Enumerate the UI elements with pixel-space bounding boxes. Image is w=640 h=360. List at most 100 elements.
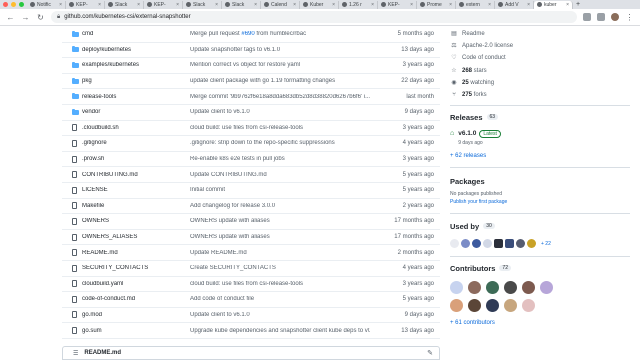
commit-message-text[interactable]: Update client to v6.1.0 bbox=[190, 109, 250, 115]
commit-message-text[interactable]: Create SECURITY_CONTACTS bbox=[190, 265, 276, 271]
file-name-link[interactable]: OWNERS_ALIASES bbox=[82, 234, 190, 240]
commit-message-text[interactable]: Update snapshotter tags to v6.1.0 bbox=[190, 47, 280, 53]
commit-message-text[interactable]: update client package with go 1.19 forma… bbox=[190, 78, 335, 84]
more-releases-link[interactable]: + 62 releases bbox=[450, 153, 640, 159]
commit-message-text[interactable]: Add code of conduct file bbox=[190, 296, 254, 302]
browser-tab[interactable]: Prome × bbox=[417, 0, 456, 9]
commit-message-text[interactable]: cloud build: use files from csi-release-… bbox=[190, 281, 303, 287]
file-name-link[interactable]: vendor bbox=[82, 109, 190, 115]
commit-message-text[interactable]: Update client to v6.1.0 bbox=[190, 312, 250, 318]
file-name-link[interactable]: code-of-conduct.md bbox=[82, 296, 190, 302]
browser-tab[interactable]: 1.26 r × bbox=[339, 0, 378, 9]
list-icon[interactable]: ☰ bbox=[73, 350, 78, 357]
file-name-link[interactable]: pkg bbox=[82, 78, 190, 84]
avatar[interactable] bbox=[522, 281, 535, 295]
commit-message-text[interactable]: Upgrade kube dependencies and snapshotte… bbox=[190, 328, 370, 334]
browser-tab[interactable]: kuber × bbox=[534, 0, 573, 9]
avatar[interactable] bbox=[468, 299, 481, 313]
tab-close-icon[interactable]: × bbox=[371, 2, 374, 8]
file-name-link[interactable]: cmd bbox=[82, 31, 190, 37]
releases-heading[interactable]: Releases 63 bbox=[450, 110, 640, 124]
commit-message-text[interactable]: OWNERS update with aliases bbox=[190, 218, 270, 224]
tab-close-icon[interactable]: × bbox=[215, 2, 218, 8]
commit-message-text[interactable]: Re-enable k8s e2e tests in pull jobs bbox=[190, 156, 285, 162]
avatar[interactable] bbox=[486, 299, 499, 313]
file-name-link[interactable]: .gitignore bbox=[82, 140, 190, 146]
forward-icon[interactable]: → bbox=[21, 13, 30, 22]
file-name-link[interactable]: README.md bbox=[82, 250, 190, 256]
avatar[interactable] bbox=[450, 281, 463, 295]
file-name-link[interactable]: CONTRIBUTING.md bbox=[82, 172, 190, 178]
file-name-link[interactable]: LICENSE bbox=[82, 187, 190, 193]
packages-heading[interactable]: Packages bbox=[450, 174, 640, 188]
file-name-link[interactable]: examples/kubernetes bbox=[82, 62, 190, 68]
browser-tab[interactable]: KEP- × bbox=[144, 0, 183, 9]
browser-tab[interactable]: Slack × bbox=[222, 0, 261, 9]
commit-message-text[interactable]: Add changelog for release 3.0.0 bbox=[190, 203, 275, 209]
tab-close-icon[interactable]: × bbox=[137, 2, 140, 8]
file-name-link[interactable]: OWNERS bbox=[82, 218, 190, 224]
tab-close-icon[interactable]: × bbox=[527, 2, 530, 8]
about-item[interactable]: ◉ 25 watching bbox=[450, 77, 640, 89]
close-window-button[interactable] bbox=[3, 2, 8, 7]
about-item[interactable]: ☆ 268 stars bbox=[450, 65, 640, 77]
avatar[interactable] bbox=[504, 281, 517, 295]
avatar[interactable] bbox=[540, 281, 553, 295]
browser-tab[interactable]: Notific × bbox=[27, 0, 66, 9]
tab-close-icon[interactable]: × bbox=[59, 2, 62, 8]
extension-icon[interactable] bbox=[583, 13, 591, 21]
browser-tab[interactable]: Calend × bbox=[261, 0, 300, 9]
used-by-more[interactable]: + 22 bbox=[541, 241, 551, 247]
about-item[interactable]: ▤ Readme bbox=[450, 28, 640, 40]
commit-message-text[interactable]: Initial commit bbox=[190, 187, 225, 193]
commit-message-text[interactable]: cloud build: use files from csi-release-… bbox=[190, 125, 303, 131]
profile-avatar[interactable] bbox=[611, 13, 619, 21]
file-name-link[interactable]: deploy/kubernetes bbox=[82, 47, 190, 53]
reload-icon[interactable]: ↻ bbox=[36, 13, 45, 22]
browser-tab[interactable]: Slack × bbox=[105, 0, 144, 9]
commit-message-text[interactable]: OWNERS update with aliases bbox=[190, 234, 270, 240]
tab-close-icon[interactable]: × bbox=[293, 2, 296, 8]
file-name-link[interactable]: go.mod bbox=[82, 312, 190, 318]
tab-close-icon[interactable]: × bbox=[98, 2, 101, 8]
minimize-window-button[interactable] bbox=[11, 2, 16, 7]
kebab-menu-icon[interactable]: ⋮ bbox=[625, 13, 634, 22]
more-contributors-link[interactable]: + 61 contributors bbox=[450, 320, 640, 326]
avatar[interactable] bbox=[450, 299, 463, 313]
commit-message-text[interactable]: Mention correct vs object for restore ya… bbox=[190, 62, 300, 68]
avatar[interactable] bbox=[486, 281, 499, 295]
tab-close-icon[interactable]: × bbox=[449, 2, 452, 8]
new-tab-button[interactable]: + bbox=[576, 1, 580, 8]
pr-link[interactable]: #690 bbox=[241, 31, 254, 37]
tab-close-icon[interactable]: × bbox=[254, 2, 257, 8]
file-name-link[interactable]: .cloudbuild.sh bbox=[82, 125, 190, 131]
browser-tab[interactable]: Kuber × bbox=[300, 0, 339, 9]
browser-tab[interactable]: Slack × bbox=[183, 0, 222, 9]
commit-message-text[interactable]: Merge commit '9b9762f6e18a8dda683db52d8d… bbox=[190, 94, 370, 100]
about-item[interactable]: ♡ Code of conduct bbox=[450, 52, 640, 64]
avatar[interactable] bbox=[468, 281, 481, 295]
back-icon[interactable]: ← bbox=[6, 13, 15, 22]
browser-tab[interactable]: Add V × bbox=[495, 0, 534, 9]
maximize-window-button[interactable] bbox=[19, 2, 24, 7]
file-name-link[interactable]: SECURITY_CONTACTS bbox=[82, 265, 190, 271]
commit-message-text[interactable]: Update README.md bbox=[190, 250, 247, 256]
latest-release[interactable]: ⌂ v6.1.0 Latest 9 days ago bbox=[450, 130, 640, 146]
used-by-avatars[interactable]: + 22 bbox=[450, 239, 640, 249]
contributors-heading[interactable]: Contributors 72 bbox=[450, 261, 640, 275]
commit-message-text[interactable]: Update CONTRIBUTING.md bbox=[190, 172, 267, 178]
file-name-link[interactable]: release-tools bbox=[82, 94, 190, 100]
avatar[interactable] bbox=[522, 299, 535, 313]
tab-close-icon[interactable]: × bbox=[566, 2, 569, 8]
tab-close-icon[interactable]: × bbox=[176, 2, 179, 8]
tab-close-icon[interactable]: × bbox=[488, 2, 491, 8]
browser-tab[interactable]: KEP- × bbox=[66, 0, 105, 9]
publish-package-link[interactable]: Publish your first package bbox=[450, 199, 640, 205]
browser-tab[interactable]: KEP- × bbox=[378, 0, 417, 9]
browser-tab[interactable]: extern × bbox=[456, 0, 495, 9]
about-item[interactable]: ⑂ 275 forks bbox=[450, 89, 640, 101]
avatar[interactable] bbox=[504, 299, 517, 313]
about-item[interactable]: ⚖ Apache-2.0 license bbox=[450, 40, 640, 52]
file-name-link[interactable]: Makefile bbox=[82, 203, 190, 209]
commit-message-tail[interactable]: from humblec/rbac bbox=[255, 31, 306, 37]
